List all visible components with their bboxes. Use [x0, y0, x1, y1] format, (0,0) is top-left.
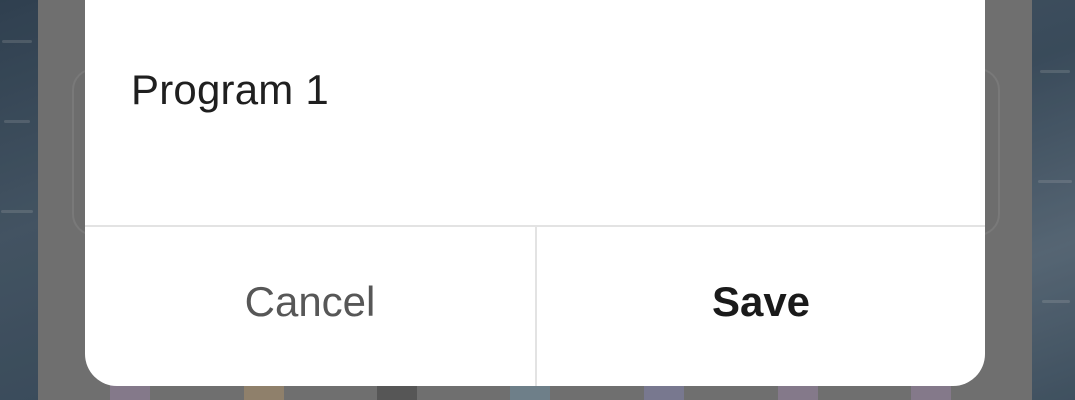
- name-input-value: Program 1: [131, 66, 329, 113]
- cancel-button[interactable]: Cancel: [85, 227, 535, 386]
- rename-dialog: Program 1 Cancel Save: [85, 0, 985, 386]
- name-input[interactable]: Program 1: [85, 0, 985, 186]
- save-button[interactable]: Save: [537, 227, 985, 386]
- screen: Program 1 Cancel Save: [0, 0, 1075, 400]
